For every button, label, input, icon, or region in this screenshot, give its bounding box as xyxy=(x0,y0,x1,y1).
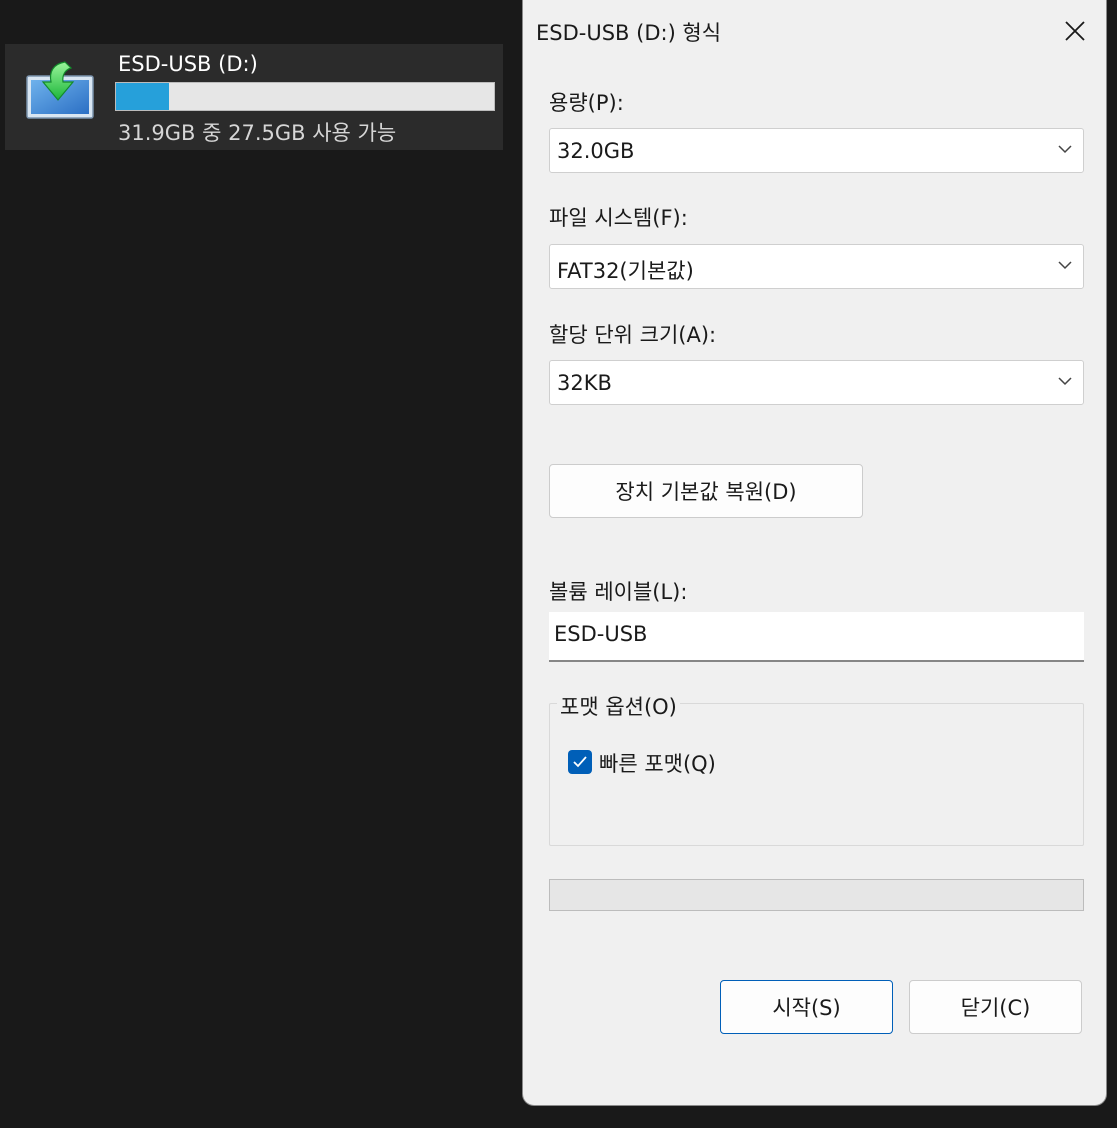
file-system-value: FAT32(기본값) xyxy=(557,259,694,283)
volume-label-value: ESD-USB xyxy=(554,622,648,646)
dialog-title: ESD-USB (D:) 형식 xyxy=(536,21,722,45)
chevron-down-icon xyxy=(1058,377,1072,386)
format-dialog: ESD-USB (D:) 형식 용량(P): 32.0GB 파일 시스템(F):… xyxy=(522,0,1107,1106)
close-button[interactable] xyxy=(1047,8,1103,54)
allocation-unit-select[interactable]: 32KB xyxy=(549,360,1084,405)
capacity-value: 32.0GB xyxy=(557,139,635,163)
quick-format-checkbox[interactable] xyxy=(568,750,592,774)
close-dialog-button[interactable]: 닫기(C) xyxy=(909,980,1082,1034)
capacity-select[interactable]: 32.0GB xyxy=(549,128,1084,173)
checkmark-icon xyxy=(573,756,587,768)
chevron-down-icon xyxy=(1058,261,1072,270)
close-icon xyxy=(1065,21,1085,41)
capacity-label: 용량(P): xyxy=(549,91,624,115)
format-progress-bar xyxy=(549,879,1084,911)
format-options-title: 포맷 옵션(O) xyxy=(557,691,680,721)
start-button[interactable]: 시작(S) xyxy=(720,980,893,1034)
volume-label-label: 볼륨 레이블(L): xyxy=(549,580,688,604)
drive-usage-bar xyxy=(115,82,495,111)
drive-usage-fill xyxy=(116,83,169,110)
drive-name: ESD-USB (D:) xyxy=(118,52,258,76)
file-system-select[interactable]: FAT32(기본값) xyxy=(549,244,1084,289)
allocation-unit-value: 32KB xyxy=(557,371,612,395)
restore-defaults-button[interactable]: 장치 기본값 복원(D) xyxy=(549,464,863,518)
format-options-group: 포맷 옵션(O) 빠른 포맷(Q) xyxy=(549,691,1084,846)
quick-format-label[interactable]: 빠른 포맷(Q) xyxy=(599,748,716,778)
allocation-unit-label: 할당 단위 크기(A): xyxy=(549,323,717,347)
drive-tile[interactable]: ESD-USB (D:) 31.9GB 중 27.5GB 사용 가능 xyxy=(5,44,503,150)
file-system-label: 파일 시스템(F): xyxy=(549,206,688,230)
usb-drive-icon xyxy=(26,61,94,119)
chevron-down-icon xyxy=(1058,145,1072,154)
drive-free-space: 31.9GB 중 27.5GB 사용 가능 xyxy=(118,121,397,145)
volume-label-input[interactable]: ESD-USB xyxy=(549,612,1084,662)
